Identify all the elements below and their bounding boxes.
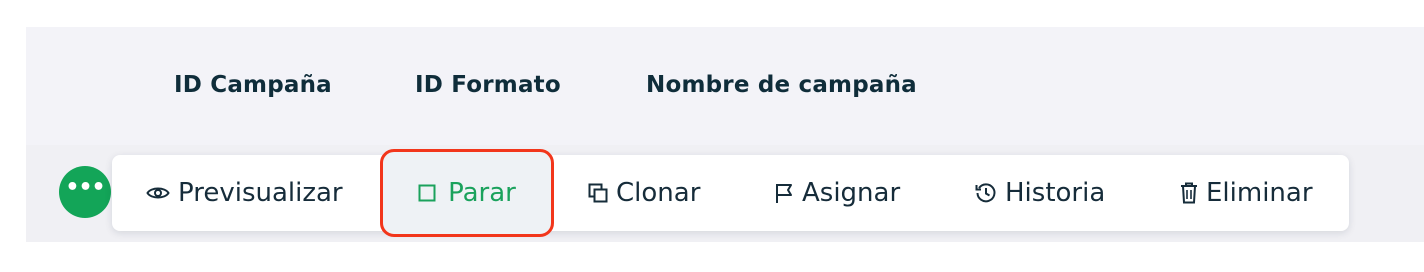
row-action-menu: Previsualizar Parar Clonar Asignar Histo… — [112, 149, 1349, 237]
flag-icon — [774, 182, 794, 204]
assign-action[interactable]: Asignar — [774, 155, 900, 231]
preview-action[interactable]: Previsualizar — [146, 155, 343, 231]
delete-action[interactable]: Eliminar — [1180, 155, 1313, 231]
column-header-id-formato[interactable]: ID Formato — [415, 72, 561, 98]
eye-icon — [146, 185, 170, 201]
table-header: ID Campaña ID Formato Nombre de campaña — [26, 27, 1424, 145]
delete-action-label: Eliminar — [1206, 178, 1313, 208]
square-icon — [418, 184, 436, 202]
stop-action[interactable]: Parar — [380, 149, 554, 237]
history-icon — [975, 182, 997, 204]
column-header-id-campana[interactable]: ID Campaña — [174, 72, 332, 98]
more-dots-icon: ••• — [65, 175, 105, 200]
assign-action-label: Asignar — [802, 178, 901, 208]
copy-icon — [588, 183, 608, 203]
preview-action-label: Previsualizar — [178, 178, 343, 208]
history-action[interactable]: Historia — [975, 155, 1105, 231]
trash-icon — [1180, 182, 1198, 204]
clone-action[interactable]: Clonar — [588, 155, 700, 231]
column-header-nombre-campana[interactable]: Nombre de campaña — [646, 72, 917, 98]
stop-action-label: Parar — [448, 178, 516, 208]
clone-action-label: Clonar — [616, 178, 701, 208]
more-actions-button[interactable]: ••• — [59, 166, 111, 218]
history-action-label: Historia — [1005, 178, 1106, 208]
